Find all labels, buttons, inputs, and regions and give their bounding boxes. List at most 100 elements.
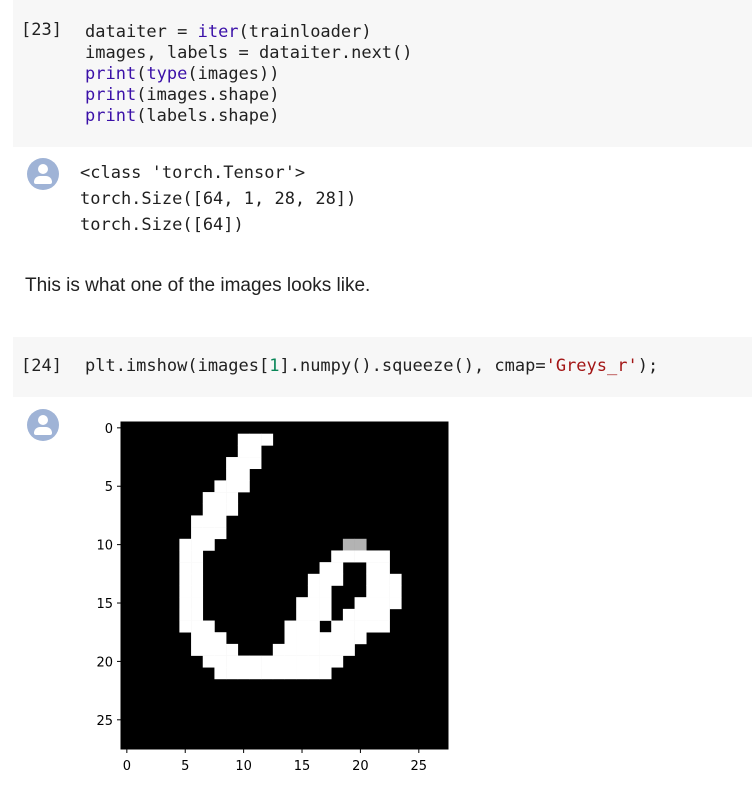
image-pixel <box>307 655 320 668</box>
image-pixel <box>284 667 297 680</box>
image-pixel <box>284 632 297 645</box>
image-pixel <box>191 538 204 551</box>
image-pixel <box>354 608 367 621</box>
image-pixel <box>284 655 297 668</box>
x-tick-label: 10 <box>235 759 252 774</box>
image-pixel <box>319 655 332 668</box>
image-pixel <box>226 457 239 470</box>
image-pixel <box>331 550 344 563</box>
image-pixel <box>179 562 192 575</box>
y-tick-label: 0 <box>105 422 113 437</box>
image-pixel <box>249 445 262 458</box>
image-pixel <box>307 585 320 598</box>
image-pixel <box>202 643 215 656</box>
image-pixel <box>307 620 320 633</box>
image-pixel <box>226 480 239 493</box>
image-pixel <box>377 562 390 575</box>
image-pixel <box>261 667 274 680</box>
image-pixel <box>191 632 204 645</box>
image-pixel <box>307 597 320 610</box>
image-pixel <box>366 608 379 621</box>
x-tick-label: 25 <box>411 759 428 774</box>
image-pixel <box>237 433 250 446</box>
image-pixel <box>342 550 355 563</box>
image-pixel <box>319 573 332 586</box>
imshow-plot: 0 5 10 15 20 25 0 5 10 15 20 25 <box>96 421 449 774</box>
image-pixel <box>331 562 344 575</box>
image-pixel <box>191 608 204 621</box>
image-pixel <box>366 597 379 610</box>
image-pixel <box>202 503 215 516</box>
image-pixel <box>296 632 309 645</box>
image-pixel <box>214 527 227 540</box>
image-pixel <box>191 585 204 598</box>
image-pixel <box>319 643 332 656</box>
image-pixel <box>296 620 309 633</box>
image-pixel <box>366 585 379 598</box>
image-pixel <box>366 562 379 575</box>
image-pixel <box>226 468 239 481</box>
image-pixel <box>179 608 192 621</box>
image-pixel <box>191 527 204 540</box>
y-tick-label: 15 <box>96 597 113 612</box>
image-pixel <box>377 573 390 586</box>
image-pixel <box>319 632 332 645</box>
image-pixel <box>319 585 332 598</box>
image-pixel <box>377 597 390 610</box>
image-pixel <box>226 492 239 505</box>
image-pixel <box>179 620 192 633</box>
x-axis: 0 5 10 15 20 25 <box>123 749 427 774</box>
image-pixel <box>377 585 390 598</box>
image-pixel <box>284 620 297 633</box>
image-pixel <box>191 643 204 656</box>
x-tick-label: 15 <box>294 759 311 774</box>
image-pixel <box>214 632 227 645</box>
image-pixel <box>249 655 262 668</box>
image-pixel <box>319 667 332 680</box>
image-pixel <box>202 620 215 633</box>
image-pixel <box>296 643 309 656</box>
image-pixel <box>191 573 204 586</box>
image-pixel <box>202 527 215 540</box>
image-pixel <box>296 608 309 621</box>
y-tick-label: 5 <box>105 480 113 495</box>
y-tick-label: 25 <box>96 714 113 729</box>
image-pixel <box>214 655 227 668</box>
image-pixel <box>214 492 227 505</box>
image-pixel <box>191 597 204 610</box>
image-pixel <box>226 503 239 516</box>
image-pixel <box>366 550 379 563</box>
image-pixel <box>202 515 215 528</box>
image-pixel <box>377 608 390 621</box>
image-pixel <box>261 433 274 446</box>
image-pixel <box>331 632 344 645</box>
image-pixel <box>179 550 192 563</box>
image-pixel <box>237 445 250 458</box>
image-pixel <box>179 573 192 586</box>
image-pixel <box>237 667 250 680</box>
image-pixel <box>319 597 332 610</box>
image-pixel <box>214 503 227 516</box>
image-pixel <box>319 562 332 575</box>
x-tick-label: 0 <box>123 759 131 774</box>
image-pixel <box>354 620 367 633</box>
image-pixel <box>377 620 390 633</box>
image-pixel <box>179 597 192 610</box>
image-pixel <box>342 608 355 621</box>
image-pixel <box>331 620 344 633</box>
image-pixel <box>237 468 250 481</box>
image-pixel <box>366 620 379 633</box>
image-pixel <box>272 667 285 680</box>
image-pixel <box>319 608 332 621</box>
image-pixel <box>307 643 320 656</box>
image-pixel <box>377 550 390 563</box>
image-pixel <box>342 643 355 656</box>
image-pixel <box>237 457 250 470</box>
image-pixel <box>272 643 285 656</box>
image-pixel <box>202 492 215 505</box>
image-pixel <box>237 655 250 668</box>
image-pixel <box>249 457 262 470</box>
image-pixel <box>296 597 309 610</box>
image-pixel <box>342 538 355 551</box>
image-pixel <box>191 550 204 563</box>
